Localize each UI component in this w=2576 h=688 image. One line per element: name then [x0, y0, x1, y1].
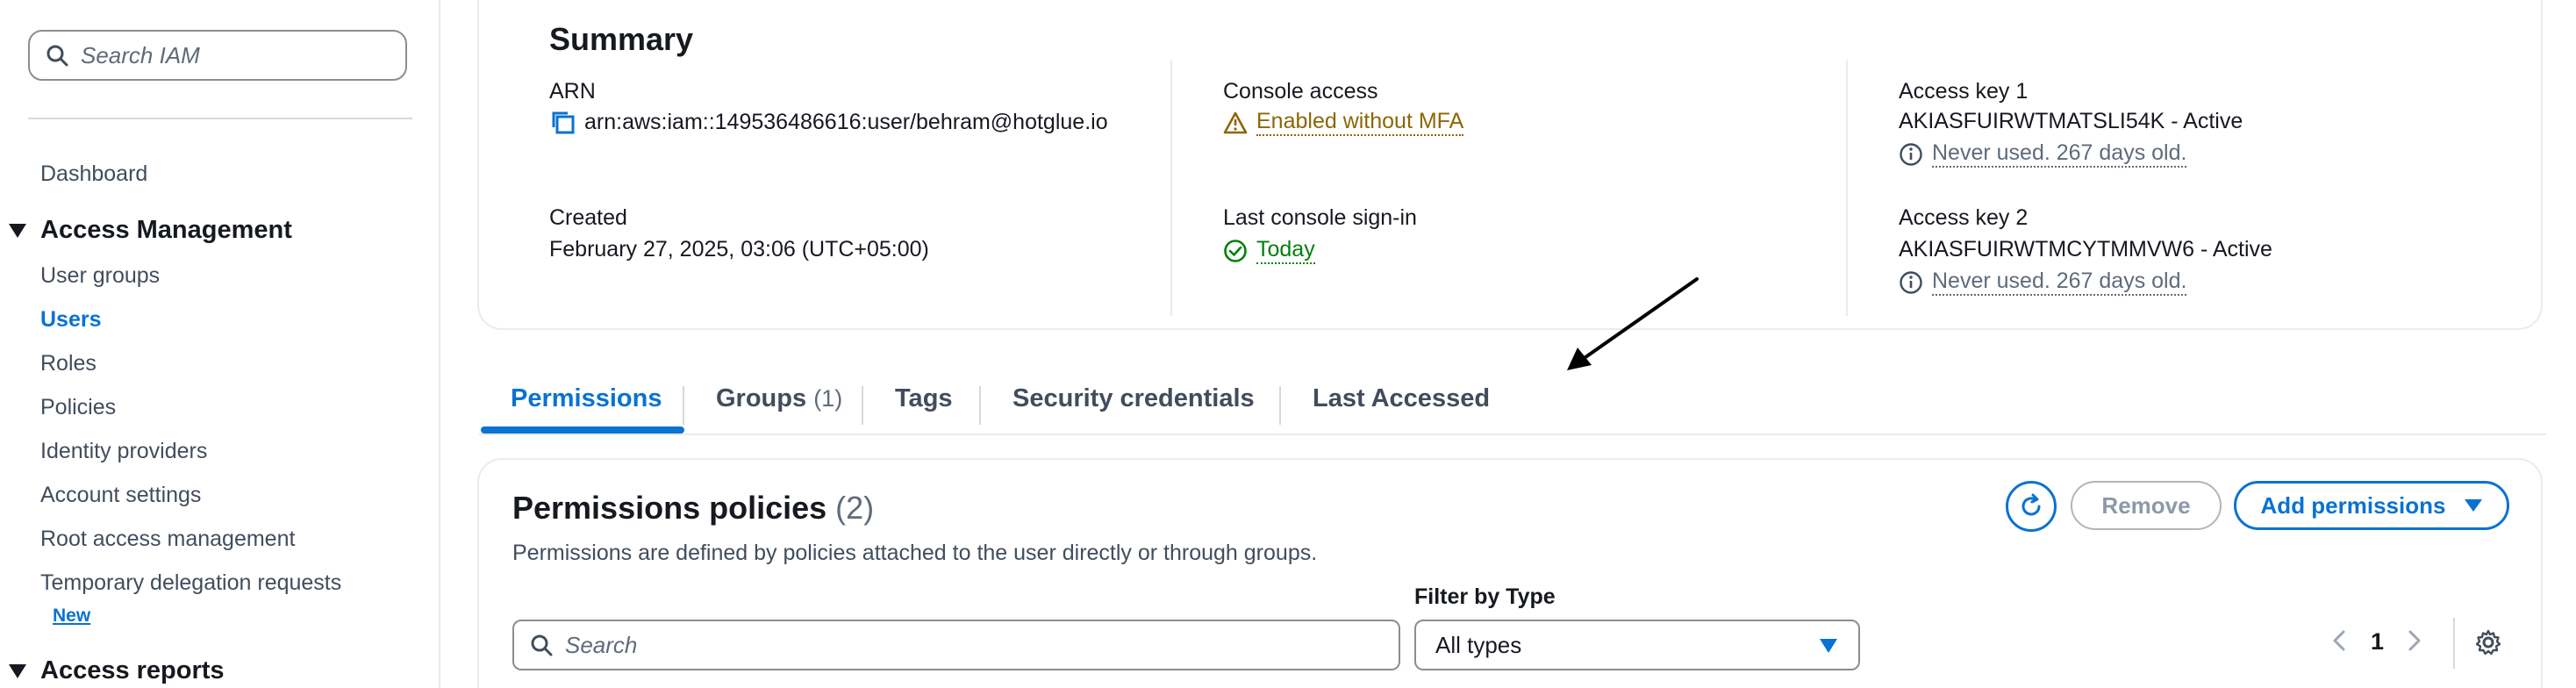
permissions-card: Permissions policies (2) Permissions are… — [477, 458, 2543, 688]
add-permissions-button[interactable]: Add permissions — [2234, 481, 2509, 530]
console-access-label: Console access — [1223, 79, 1378, 104]
tab-separator — [1279, 386, 1281, 425]
last-signin-value[interactable]: Today — [1223, 237, 1315, 264]
info-icon — [1899, 270, 1923, 295]
access-key-2-value: AKIASFUIRWTMCYTMMVW6 - Active — [1899, 237, 2272, 262]
add-permissions-label: Add permissions — [2260, 491, 2446, 519]
tab-permissions[interactable]: Permissions — [511, 384, 662, 413]
sidebar-item-identity-providers[interactable]: Identity providers — [40, 439, 207, 464]
sidebar-section-title: Access Management — [40, 216, 292, 244]
arn-text: arn:aws:iam::149536486616:user/behram@ho… — [584, 109, 1108, 134]
policy-search[interactable] — [512, 620, 1400, 670]
previous-page-button[interactable] — [2330, 628, 2348, 659]
tab-separator — [862, 386, 863, 425]
caret-down-icon — [9, 663, 26, 678]
sidebar-section-title: Access reports — [40, 656, 225, 684]
tab-label: Tags — [895, 384, 953, 412]
access-key-2-note[interactable]: Never used. 267 days old. — [1899, 269, 2187, 296]
tab-label: Security credentials — [1013, 384, 1255, 412]
tab-label: Groups — [716, 384, 807, 412]
sidebar: Dashboard Access Management User groups … — [0, 0, 440, 688]
annotation-arrow — [1567, 277, 1699, 370]
next-page-button[interactable] — [2406, 628, 2423, 659]
gear-icon — [2475, 629, 2501, 656]
sidebar-item-root-access-management[interactable]: Root access management — [40, 527, 295, 552]
pagination-divider — [2453, 618, 2455, 669]
policy-search-input[interactable] — [565, 631, 1355, 659]
current-page[interactable]: 1 — [2371, 628, 2384, 656]
access-key-2-label: Access key 2 — [1899, 205, 2029, 230]
summary-card: Summary ARN arn:aws:iam::149536486616:us… — [477, 0, 2543, 330]
console-access-text: Enabled without MFA — [1256, 109, 1464, 136]
sidebar-item-users[interactable]: Users — [40, 307, 102, 333]
refresh-icon — [2021, 493, 2041, 516]
tab-tags[interactable]: Tags — [895, 384, 953, 413]
sidebar-item-user-groups[interactable]: User groups — [40, 263, 160, 289]
sidebar-search-input[interactable] — [81, 41, 397, 69]
sidebar-section-access-management[interactable]: Access Management — [5, 216, 292, 245]
tab-bar: Permissions Groups (1) Tags Security cre… — [479, 369, 2546, 435]
sidebar-item-roles[interactable]: Roles — [40, 351, 97, 376]
remove-button[interactable]: Remove — [2071, 481, 2222, 530]
search-icon — [47, 45, 68, 67]
tab-count: (1) — [813, 385, 843, 412]
tab-last-accessed[interactable]: Last Accessed — [1313, 384, 1490, 413]
sidebar-search[interactable] — [28, 30, 407, 81]
access-key-1-note[interactable]: Never used. 267 days old. — [1899, 140, 2187, 168]
tab-groups[interactable]: Groups (1) — [716, 384, 842, 413]
chevron-right-icon — [2408, 630, 2421, 651]
tab-separator — [979, 386, 981, 425]
arn-label: ARN — [549, 79, 596, 104]
created-label: Created — [549, 205, 627, 230]
sidebar-section-access-reports[interactable]: Access reports — [5, 656, 225, 685]
refresh-button[interactable] — [2006, 481, 2057, 532]
column-divider — [1846, 60, 1848, 316]
check-circle-icon — [1223, 239, 1248, 263]
summary-title: Summary — [549, 21, 694, 57]
warning-icon — [1223, 111, 1248, 134]
filter-type-select[interactable]: All types — [1414, 620, 1860, 670]
filter-by-type-label: Filter by Type — [1414, 584, 1556, 609]
sidebar-item-account-settings[interactable]: Account settings — [40, 483, 201, 508]
column-divider — [1170, 60, 1172, 316]
sidebar-item-policies[interactable]: Policies — [40, 395, 116, 420]
last-signin-text: Today — [1256, 237, 1315, 264]
tab-security-credentials[interactable]: Security credentials — [1013, 384, 1255, 413]
created-value: February 27, 2025, 03:06 (UTC+05:00) — [549, 237, 929, 262]
copy-icon[interactable] — [549, 109, 576, 135]
active-tab-indicator — [481, 426, 684, 434]
permissions-count: (2) — [835, 490, 875, 526]
main-content: Summary ARN arn:aws:iam::149536486616:us… — [440, 0, 2576, 688]
tab-label: Last Accessed — [1313, 384, 1491, 412]
console-access-value[interactable]: Enabled without MFA — [1223, 109, 1464, 136]
tab-label: Permissions — [511, 384, 662, 412]
sidebar-item-dashboard[interactable]: Dashboard — [40, 161, 147, 187]
info-icon — [1899, 142, 1923, 167]
access-key-2-note-text: Never used. 267 days old. — [1932, 269, 2187, 296]
permissions-title-text: Permissions policies — [512, 490, 827, 526]
search-icon — [531, 634, 553, 656]
new-badge[interactable]: New — [53, 606, 90, 627]
access-key-1-value: AKIASFUIRWTMATSLI54K - Active — [1899, 109, 2243, 133]
filter-type-value: All types — [1435, 631, 1522, 658]
last-signin-label: Last console sign-in — [1223, 205, 1417, 230]
sidebar-item-temporary-delegation-requests[interactable]: Temporary delegation requests — [40, 570, 341, 596]
caret-down-icon — [9, 223, 26, 238]
access-key-1-label: Access key 1 — [1899, 79, 2029, 104]
tab-separator — [683, 386, 684, 425]
settings-button[interactable] — [2474, 628, 2502, 661]
sidebar-divider — [28, 118, 412, 119]
permissions-title: Permissions policies (2) — [512, 490, 874, 527]
chevron-left-icon — [2333, 630, 2345, 651]
access-key-1-note-text: Never used. 267 days old. — [1932, 140, 2187, 168]
caret-down-icon — [1820, 639, 1837, 653]
caret-down-icon — [2465, 499, 2483, 512]
arn-value: arn:aws:iam::149536486616:user/behram@ho… — [549, 109, 1108, 135]
permissions-description: Permissions are defined by policies atta… — [512, 541, 1318, 565]
